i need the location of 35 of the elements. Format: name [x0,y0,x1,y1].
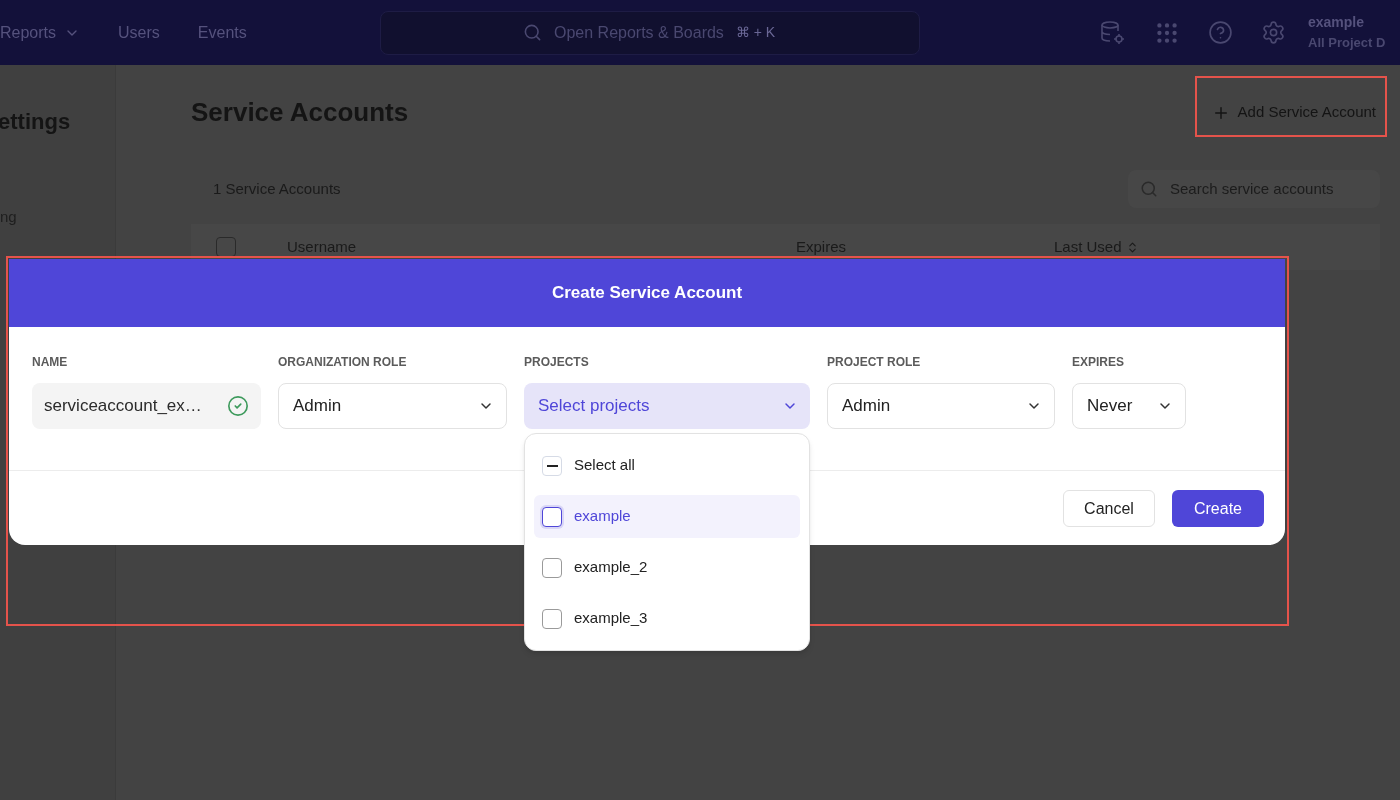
help-icon[interactable] [1208,20,1233,45]
field-label: ORGANIZATION ROLE [278,354,408,371]
select-field[interactable]: Never [1072,383,1186,429]
database-gear-icon[interactable] [1100,19,1126,46]
select-field[interactable]: Admin [278,383,507,429]
project-option[interactable]: example [534,495,800,538]
checkbox[interactable] [542,506,562,527]
project-option[interactable]: example_3 [534,597,800,640]
search-icon [523,23,542,42]
search-icon [1140,180,1158,198]
name-field[interactable]: serviceaccount_ex… [32,383,261,429]
checkbox[interactable] [542,557,562,578]
option-label: example_3 [574,608,648,629]
nav-item[interactable]: Reports [0,20,81,45]
field-label: EXPIRES [1072,354,1126,371]
minus-icon [546,464,558,467]
option-label: example_2 [574,557,648,578]
option-label: Select all [574,455,635,476]
settings-icon[interactable] [1261,20,1286,45]
field-label: PROJECTS [524,354,590,371]
nav-item[interactable]: Events [197,20,247,45]
checkbox[interactable] [542,608,562,629]
search-field[interactable]: Open Reports & Boards ⌘ + K [380,10,920,55]
field-label: PROJECT ROLE [827,354,922,371]
cancel-button[interactable]: Cancel [1063,490,1155,527]
field-label: NAME [32,354,69,371]
project-option[interactable]: example_2 [534,546,800,589]
user-name[interactable]: example [1308,12,1386,34]
option-label: example [574,506,631,527]
select-field[interactable]: Admin [827,383,1055,429]
projects-select[interactable]: Select projects [524,383,810,429]
project-option[interactable]: Select all [534,444,800,487]
nav-item[interactable]: Users [118,20,160,45]
dialog-title: Create Service Account [551,282,743,305]
create-button[interactable]: Create [1172,490,1264,527]
